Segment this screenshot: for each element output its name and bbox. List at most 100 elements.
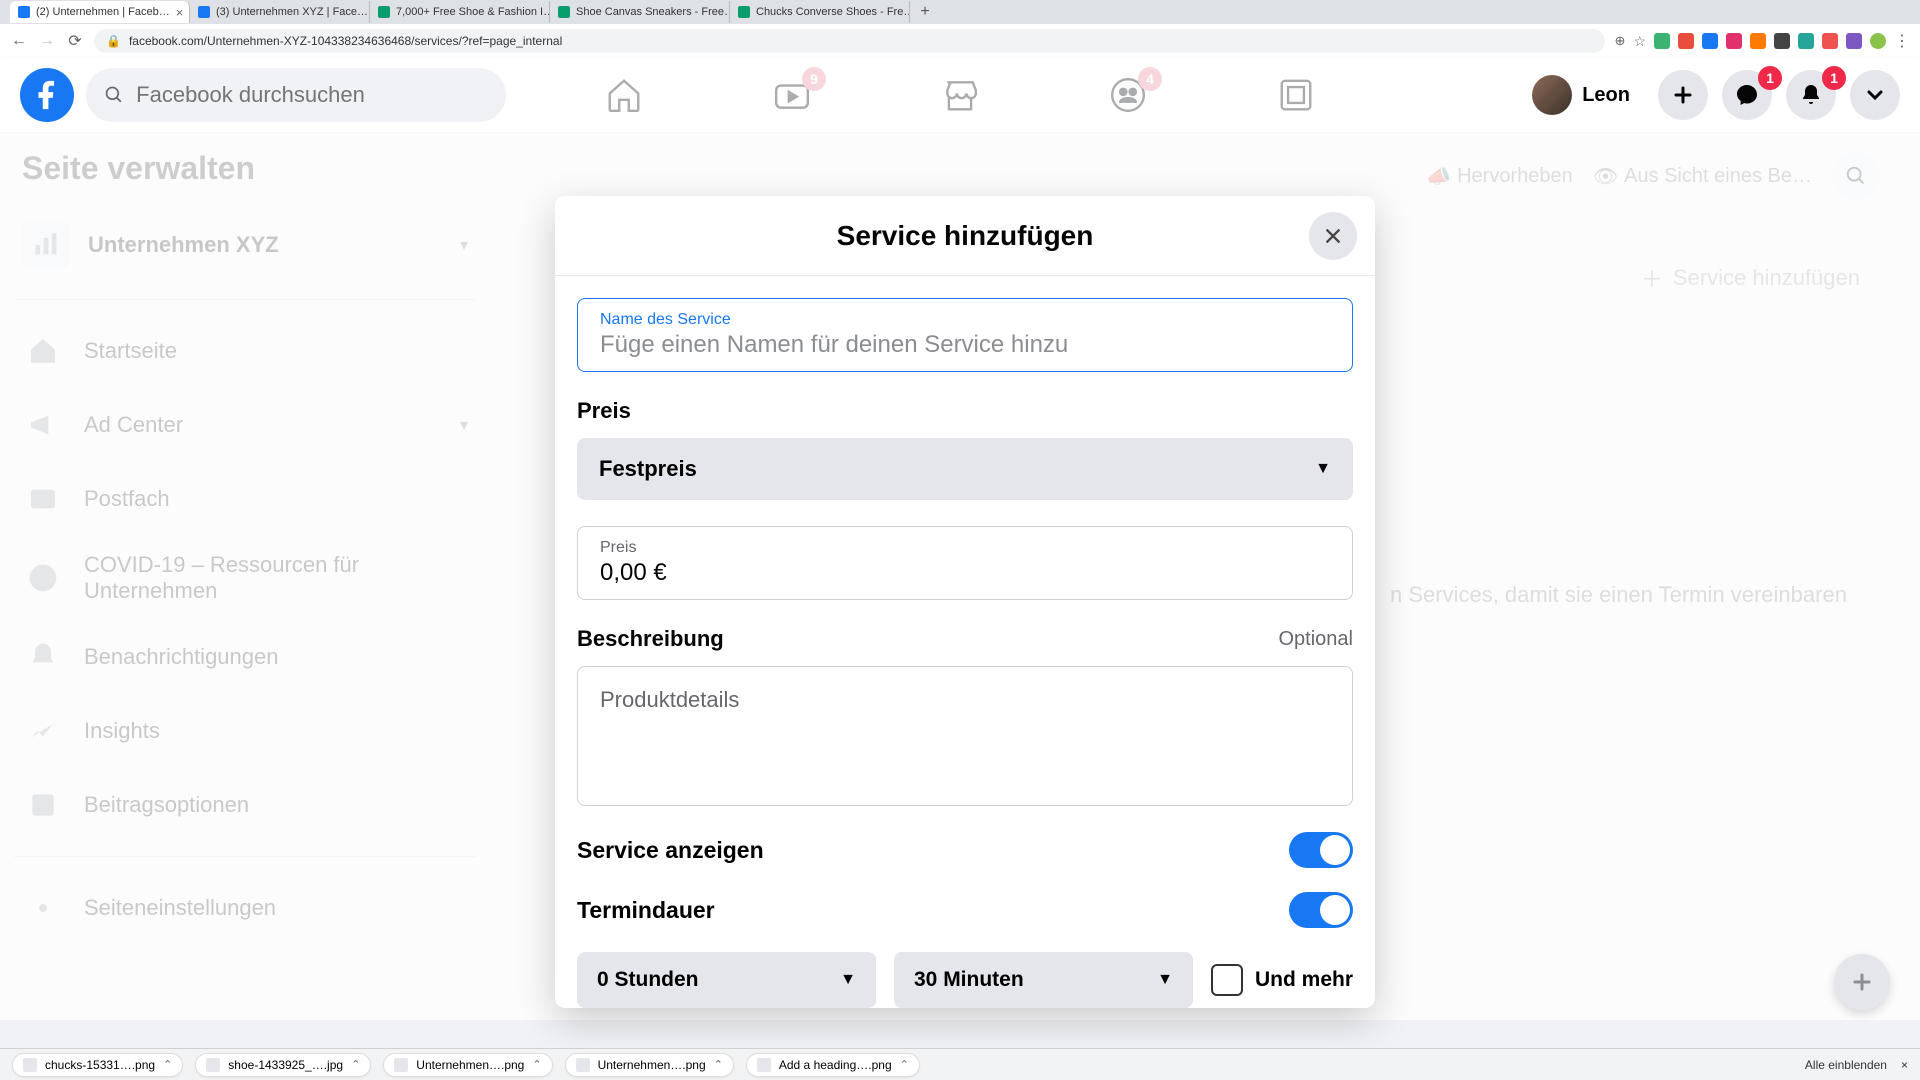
tab-title: 7,000+ Free Shoe & Fashion I…: [396, 6, 550, 18]
tab-close-icon[interactable]: ×: [176, 5, 184, 20]
profile-icon[interactable]: [1870, 33, 1886, 49]
download-filename: Add a heading….png: [779, 1058, 892, 1072]
termindauer-toggle[interactable]: [1289, 892, 1353, 928]
groups-icon[interactable]: 4: [1104, 71, 1152, 119]
download-bar: chucks-15331….png⌃ shoe-1433925_….jpg⌃ U…: [0, 1048, 1920, 1080]
badge: 1: [1822, 66, 1846, 90]
download-item[interactable]: chucks-15331….png⌃: [12, 1053, 183, 1077]
back-button[interactable]: ←: [10, 32, 28, 50]
extension-icons: ⊕ ☆ ⋮: [1615, 31, 1910, 51]
account-button[interactable]: [1850, 70, 1900, 120]
marketplace-icon[interactable]: [936, 71, 984, 119]
menu-icon[interactable]: ⋮: [1894, 31, 1910, 51]
facebook-logo[interactable]: [20, 68, 74, 122]
extension-icon[interactable]: [1798, 33, 1814, 49]
tab-bar: (2) Unternehmen | Faceb…× (3) Unternehme…: [0, 0, 1920, 24]
checkbox-label: Und mehr: [1255, 968, 1353, 992]
home-icon[interactable]: [600, 71, 648, 119]
close-downloads-icon[interactable]: ×: [1901, 1058, 1908, 1072]
zoom-icon[interactable]: ⊕: [1615, 33, 1626, 49]
fb-header: 9 4 Leon 1 1: [0, 58, 1920, 132]
service-name-input[interactable]: [600, 331, 1330, 359]
favicon-icon: [198, 6, 210, 18]
search-input[interactable]: [136, 82, 488, 108]
favicon-icon: [18, 6, 30, 18]
beschreibung-textarea[interactable]: Produktdetails: [577, 666, 1353, 806]
watch-icon[interactable]: 9: [768, 71, 816, 119]
show-all-downloads[interactable]: Alle einblenden: [1805, 1058, 1887, 1072]
favicon-icon: [558, 6, 570, 18]
address-bar: ← → ⟳ 🔒 facebook.com/Unternehmen-XYZ-104…: [0, 24, 1920, 58]
browser-tab[interactable]: 7,000+ Free Shoe & Fashion I…×: [370, 1, 550, 23]
duration-row: 0 Stunden ▼ 30 Minuten ▼ Und mehr: [577, 952, 1353, 1008]
beschreibung-section-label: Beschreibung Optional: [577, 626, 1353, 652]
chevron-up-icon[interactable]: ⌃: [351, 1058, 360, 1071]
service-anzeigen-row: Service anzeigen: [577, 832, 1353, 868]
extension-icon[interactable]: [1822, 33, 1838, 49]
profile-chip[interactable]: Leon: [1528, 71, 1644, 119]
chevron-up-icon[interactable]: ⌃: [163, 1058, 172, 1071]
section-text: Beschreibung: [577, 626, 724, 652]
chevron-down-icon: ▼: [840, 971, 856, 989]
chevron-down-icon: ▼: [1157, 971, 1173, 989]
extension-icon[interactable]: [1654, 33, 1670, 49]
extension-icon[interactable]: [1774, 33, 1790, 49]
chevron-up-icon[interactable]: ⌃: [532, 1058, 541, 1071]
gaming-icon[interactable]: [1272, 71, 1320, 119]
forward-button[interactable]: →: [38, 32, 56, 50]
download-filename: Unternehmen….png: [416, 1058, 524, 1072]
download-item[interactable]: shoe-1433925_….jpg⌃: [195, 1053, 371, 1077]
minuten-select[interactable]: 30 Minuten ▼: [894, 952, 1193, 1008]
plus-icon: [1850, 970, 1874, 994]
browser-tab[interactable]: Shoe Canvas Sneakers - Free…×: [550, 1, 730, 23]
preis-type-select[interactable]: Festpreis ▼: [577, 438, 1353, 500]
service-anzeigen-toggle[interactable]: [1289, 832, 1353, 868]
browser-tab[interactable]: (3) Unternehmen XYZ | Face…×: [190, 1, 370, 23]
star-icon[interactable]: ☆: [1633, 33, 1646, 50]
close-button[interactable]: [1309, 212, 1357, 260]
badge: 9: [802, 67, 826, 91]
chat-fab[interactable]: [1834, 954, 1890, 1010]
select-text: 30 Minuten: [914, 968, 1024, 992]
download-item[interactable]: Unternehmen….png ⌃: [565, 1053, 734, 1077]
create-button[interactable]: [1658, 70, 1708, 120]
extension-icon[interactable]: [1678, 33, 1694, 49]
messenger-button[interactable]: 1: [1722, 70, 1772, 120]
tab-title: (3) Unternehmen XYZ | Face…: [216, 6, 368, 18]
download-item[interactable]: Unternehmen….png ⌃: [383, 1053, 552, 1077]
stunden-select[interactable]: 0 Stunden ▼: [577, 952, 876, 1008]
chevron-up-icon[interactable]: ⌃: [714, 1058, 723, 1071]
right-nav: Leon 1 1: [1528, 70, 1900, 120]
file-icon: [394, 1058, 408, 1072]
add-service-modal: Service hinzufügen Name des Service Prei…: [555, 196, 1375, 1008]
extension-icon[interactable]: [1750, 33, 1766, 49]
extension-icon[interactable]: [1702, 33, 1718, 49]
search-box[interactable]: [86, 68, 506, 122]
file-icon: [757, 1058, 771, 1072]
reload-button[interactable]: ⟳: [66, 32, 84, 50]
browser-tab[interactable]: Chucks Converse Shoes - Fre…×: [730, 1, 910, 23]
avatar: [1532, 75, 1572, 115]
preis-value-field[interactable]: Preis: [577, 526, 1353, 600]
badge: 4: [1138, 67, 1162, 91]
lock-icon: 🔒: [106, 34, 121, 48]
new-tab-button[interactable]: +: [914, 1, 936, 23]
und-mehr-wrap[interactable]: Und mehr: [1211, 964, 1353, 996]
browser-tab[interactable]: (2) Unternehmen | Faceb…×: [10, 1, 190, 23]
service-name-field[interactable]: Name des Service: [577, 298, 1353, 372]
download-item[interactable]: Add a heading….png ⌃: [746, 1053, 920, 1077]
extension-icon[interactable]: [1726, 33, 1742, 49]
tab-title: Chucks Converse Shoes - Fre…: [756, 6, 910, 18]
extension-icon[interactable]: [1846, 33, 1862, 49]
browser-chrome: (2) Unternehmen | Faceb…× (3) Unternehme…: [0, 0, 1920, 58]
chevron-up-icon[interactable]: ⌃: [900, 1058, 909, 1071]
toggle-label: Termindauer: [577, 897, 715, 924]
preis-input[interactable]: [600, 559, 1330, 587]
textarea-placeholder: Produktdetails: [600, 687, 1330, 713]
notifications-button[interactable]: 1: [1786, 70, 1836, 120]
favicon-icon: [378, 6, 390, 18]
url-field[interactable]: 🔒 facebook.com/Unternehmen-XYZ-104338234…: [94, 29, 1605, 53]
und-mehr-checkbox[interactable]: [1211, 964, 1243, 996]
modal-header: Service hinzufügen: [555, 196, 1375, 276]
download-filename: Unternehmen….png: [598, 1058, 706, 1072]
